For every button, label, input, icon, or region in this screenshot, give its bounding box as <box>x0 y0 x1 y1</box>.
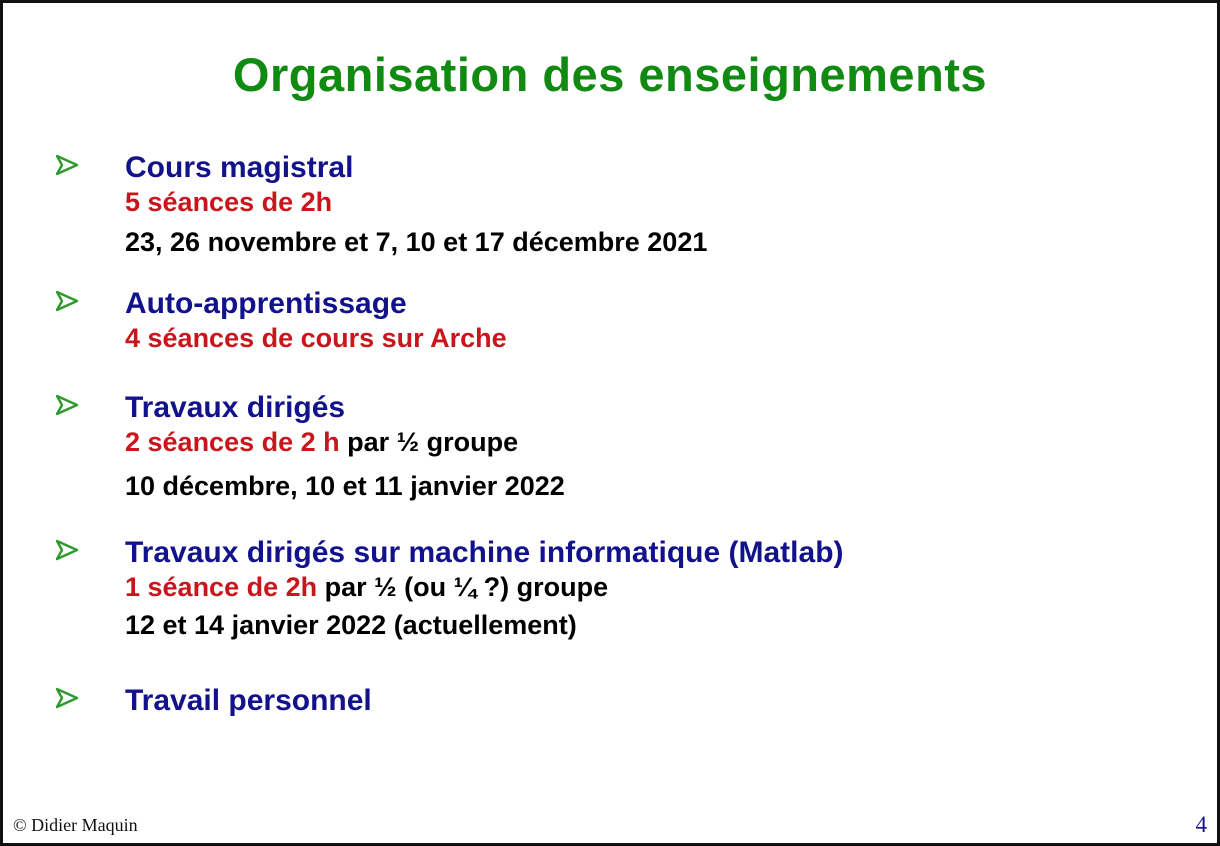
item-heading: Travaux dirigés <box>125 391 346 424</box>
item-dates: 23, 26 novembre et 7, 10 et 17 décembre … <box>125 227 708 257</box>
item-heading: Travail personnel <box>125 684 372 717</box>
arrow-bullet-icon <box>55 539 79 561</box>
slide-title: Organisation des enseignements <box>232 48 988 101</box>
page-number: 4 <box>1195 812 1208 837</box>
item-heading: Cours magistral <box>125 151 354 184</box>
item-detail-text: par ½ (ou ¼ ?) groupe <box>317 572 609 602</box>
item-detail-highlight: 4 séances de cours sur Arche <box>125 323 507 353</box>
item-heading: Auto-apprentissage <box>125 287 407 320</box>
arrow-bullet-icon <box>55 394 79 416</box>
item-detail-highlight: 2 séances de 2 h <box>125 427 340 457</box>
item-detail-text: par ½ groupe <box>339 427 519 457</box>
slide: Organisation des enseignements Cours mag… <box>0 0 1220 846</box>
copyright-text: © Didier Maquin <box>13 815 138 835</box>
arrow-bullet-icon <box>55 290 79 312</box>
item-detail-highlight: 1 séance de 2h <box>125 572 318 602</box>
item-detail-highlight: 5 séances de 2h <box>125 187 333 217</box>
item-dates: 10 décembre, 10 et 11 janvier 2022 <box>125 471 565 501</box>
item-dates: 12 et 14 janvier 2022 (actuellement) <box>125 610 577 640</box>
arrow-bullet-icon <box>55 687 79 709</box>
item-heading: Travaux dirigés sur machine informatique… <box>125 536 844 569</box>
arrow-bullet-icon <box>55 154 79 176</box>
